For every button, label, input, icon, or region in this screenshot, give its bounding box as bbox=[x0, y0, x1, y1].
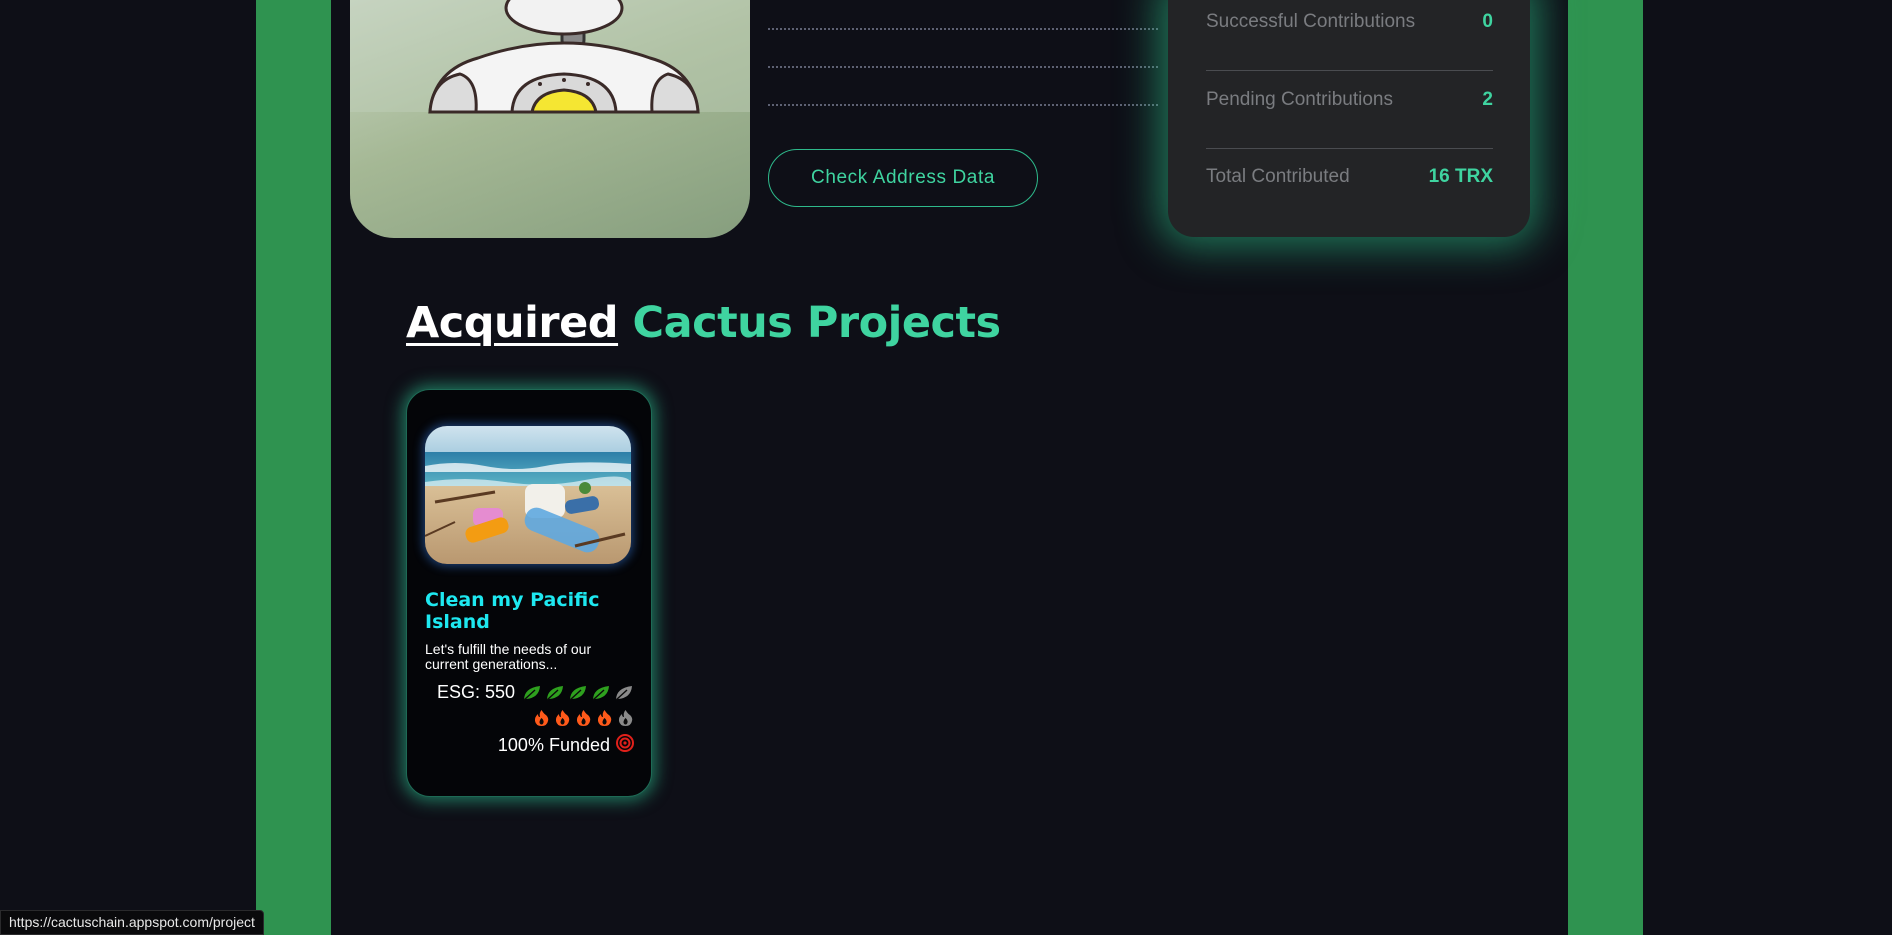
leaf-rating bbox=[522, 684, 634, 702]
check-address-data-button[interactable]: Check Address Data bbox=[768, 149, 1038, 207]
stat-label: Pending Contributions bbox=[1206, 89, 1393, 110]
heading-cactus-projects: Cactus Projects bbox=[632, 298, 1002, 348]
acquired-projects-heading: Acquired Cactus Projects bbox=[406, 298, 1001, 348]
esg-label: ESG: 550 bbox=[436, 682, 515, 702]
stat-divider bbox=[1206, 148, 1493, 149]
fire-icon bbox=[555, 710, 570, 726]
heading-acquired: Acquired bbox=[406, 298, 619, 348]
contribution-stats-card: Successful Contributions 0 Pending Contr… bbox=[1168, 0, 1530, 237]
stat-value: 2 bbox=[1482, 89, 1493, 110]
fire-icon bbox=[597, 710, 612, 726]
profile-avatar bbox=[350, 0, 750, 238]
leaf-icon bbox=[546, 685, 563, 701]
stat-pending-contributions: Pending Contributions 2 bbox=[1206, 88, 1493, 112]
browser-status-url: https://cactuschain.appspot.com/project bbox=[0, 910, 264, 935]
leaf-icon bbox=[523, 685, 540, 701]
stat-value: 16 TRX bbox=[1428, 166, 1493, 187]
fire-icon bbox=[618, 710, 633, 726]
divider-dotted-1 bbox=[768, 28, 1158, 30]
fire-icon bbox=[576, 710, 591, 726]
stat-label: Successful Contributions bbox=[1206, 11, 1416, 32]
leaf-icon bbox=[569, 685, 586, 701]
esg-rating: ESG: 550 bbox=[437, 682, 634, 703]
stat-total-contributed: Total Contributed 16 TRX bbox=[1206, 165, 1493, 189]
divider-dotted-3 bbox=[768, 104, 1158, 106]
project-title[interactable]: Clean my Pacific Island bbox=[425, 589, 625, 633]
right-green-rail bbox=[1568, 0, 1643, 935]
leaf-icon bbox=[592, 685, 609, 701]
target-icon bbox=[616, 734, 634, 757]
left-green-rail bbox=[256, 0, 331, 935]
project-description: Let's fulfill the needs of our current g… bbox=[425, 641, 592, 672]
fire-icon bbox=[534, 710, 549, 726]
project-image bbox=[425, 426, 631, 564]
stat-successful-contributions: Successful Contributions 0 bbox=[1206, 10, 1493, 34]
fire-rating bbox=[533, 709, 634, 727]
stat-value: 0 bbox=[1482, 11, 1493, 32]
leaf-icon bbox=[615, 685, 632, 701]
divider-dotted-2 bbox=[768, 66, 1158, 68]
stat-divider bbox=[1206, 70, 1493, 71]
funded-status: 100% Funded bbox=[498, 734, 634, 757]
stat-label: Total Contributed bbox=[1206, 166, 1350, 187]
funded-label: 100% Funded bbox=[497, 735, 610, 755]
project-card[interactable]: Clean my Pacific Island Let's fulfill th… bbox=[406, 389, 652, 797]
